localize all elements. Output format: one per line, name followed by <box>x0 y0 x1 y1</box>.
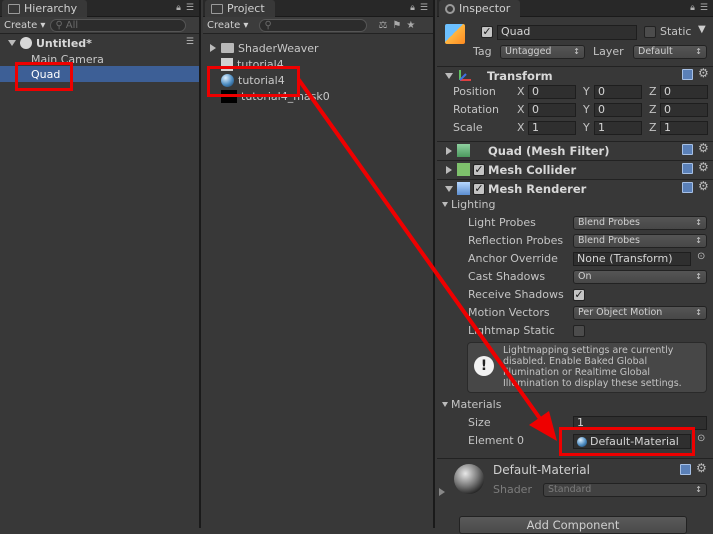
annotation-arrow <box>297 78 557 441</box>
